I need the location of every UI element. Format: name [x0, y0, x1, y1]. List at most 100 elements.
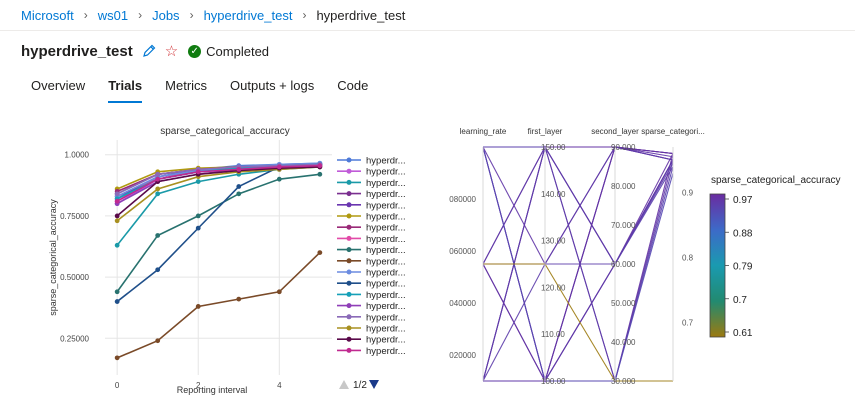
data-point: [236, 191, 242, 197]
axis-tick-label: 30.000: [611, 377, 636, 386]
series-line: [116, 173, 320, 293]
trial-line: [483, 263, 673, 382]
legend-pager: 1/2: [339, 380, 379, 391]
data-point: [155, 267, 161, 273]
legend-swatch-marker: [346, 280, 352, 286]
chevron-right-icon: ›: [83, 8, 88, 22]
legend-item[interactable]: hyperdr...: [337, 312, 406, 323]
legend-item[interactable]: hyperdr...: [337, 212, 406, 223]
breadcrumb-experiment[interactable]: hyperdrive_test: [204, 8, 293, 23]
legend-item[interactable]: hyperdr...: [337, 200, 406, 211]
axis-tick-label: 0.9: [682, 189, 694, 198]
legend-item[interactable]: hyperdr...: [337, 301, 406, 312]
legend-item[interactable]: hyperdr...: [337, 167, 406, 178]
pager-up-icon[interactable]: [339, 380, 349, 389]
trial-line: [482, 145, 674, 266]
legend-swatch-marker: [346, 202, 352, 208]
legend-swatch-marker: [346, 191, 352, 197]
trial-line: [482, 146, 674, 265]
data-point: [114, 289, 120, 295]
legend-label: hyperdr...: [366, 268, 406, 279]
axis-tick-label: 140.00: [541, 190, 566, 199]
tab-code[interactable]: Code: [337, 78, 368, 103]
legend-item[interactable]: hyperdr...: [337, 245, 406, 256]
axis-tick-label: 0.7: [682, 319, 694, 328]
tab-overview[interactable]: Overview: [31, 78, 85, 103]
legend-swatch-marker: [346, 347, 352, 353]
legend-item[interactable]: hyperdr...: [337, 346, 406, 357]
trial-line: [483, 146, 674, 266]
legend-item[interactable]: hyperdr...: [337, 324, 406, 335]
legend-label: hyperdr...: [366, 200, 406, 211]
legend-swatch-marker: [346, 179, 352, 185]
trial-line: [483, 146, 674, 265]
axis-tick-label: 50.000: [611, 299, 636, 308]
legend-label: hyperdr...: [366, 234, 406, 245]
data-point: [195, 304, 201, 309]
legend-label: hyperdr...: [366, 156, 406, 167]
x-tick-label: 4: [277, 381, 282, 390]
legend-label: hyperdr...: [366, 178, 406, 189]
legend-label: hyperdr...: [366, 279, 406, 290]
parallel-coordinates-chart: learning_rate first_layer second_layer spar…: [449, 127, 840, 386]
favorite-star-icon[interactable]: ☆: [165, 44, 178, 59]
legend-item[interactable]: hyperdr...: [337, 279, 406, 290]
axis-title: first_layer: [528, 127, 563, 136]
axis-tick-label: 120.00: [541, 283, 566, 292]
y-tick-label: 0.25000: [60, 334, 89, 343]
data-point: [195, 179, 201, 185]
axis-tick-label: 40.000: [611, 338, 636, 347]
data-point: [195, 225, 201, 231]
breadcrumb-workspace[interactable]: ws01: [98, 8, 128, 23]
legend-item[interactable]: hyperdr...: [337, 256, 406, 267]
tab-outputs-logs[interactable]: Outputs + logs: [230, 78, 314, 103]
pager-text: 1/2: [353, 380, 367, 391]
tab-metrics[interactable]: Metrics: [165, 78, 207, 103]
series-line: [116, 252, 321, 359]
axis-title: sparse_categori...: [641, 127, 705, 136]
y-axis-label: sparse_categorical_accuracy: [48, 199, 58, 316]
legend-swatch-marker: [346, 303, 352, 309]
edit-pencil-icon[interactable]: [141, 43, 157, 59]
data-point: [236, 166, 242, 172]
legend-swatch-marker: [346, 314, 352, 320]
legend-swatch-marker: [346, 247, 352, 253]
legend-item[interactable]: hyperdr...: [337, 234, 406, 245]
legend-item[interactable]: hyperdr...: [337, 223, 406, 234]
page-title: hyperdrive_test: [21, 42, 133, 60]
legend-swatch-marker: [346, 269, 352, 275]
status-text: Completed: [206, 43, 270, 59]
legend-item[interactable]: hyperdr...: [337, 189, 406, 200]
legend-swatch-marker: [346, 157, 352, 163]
legend-item[interactable]: hyperdr...: [337, 290, 406, 301]
axis-title: learning_rate: [460, 127, 507, 136]
legend-item[interactable]: hyperdr...: [337, 156, 406, 167]
legend-swatch-marker: [346, 168, 352, 174]
legend-label: hyperdr...: [366, 301, 406, 312]
data-point: [114, 191, 120, 197]
legend-label: hyperdr...: [366, 167, 406, 178]
breadcrumb-microsoft[interactable]: Microsoft: [21, 8, 74, 23]
breadcrumb-jobs[interactable]: Jobs: [152, 8, 179, 23]
axis-tick-label: 020000: [449, 351, 476, 360]
axis-tick-label: 040000: [449, 299, 476, 308]
tab-bar: Overview Trials Metrics Outputs + logs C…: [31, 78, 391, 103]
chart-title: sparse_categorical_accuracy: [160, 126, 290, 137]
data-point: [155, 176, 161, 182]
data-point: [195, 169, 201, 175]
data-point: [236, 184, 242, 189]
axis-tick-label: 60.000: [611, 260, 636, 269]
legend-item[interactable]: hyperdr...: [337, 335, 406, 346]
axis-tick-label: 130.00: [541, 237, 566, 246]
legend-label: hyperdr...: [366, 290, 406, 301]
legend-label: hyperdr...: [366, 312, 406, 323]
series-line: [116, 166, 320, 222]
data-point: [114, 299, 120, 304]
legend-swatch-marker: [346, 258, 352, 264]
tab-trials[interactable]: Trials: [108, 78, 143, 103]
checkmark-icon: ✓: [188, 44, 202, 58]
pager-down-icon[interactable]: [369, 380, 379, 389]
legend-item[interactable]: hyperdr...: [337, 268, 406, 279]
legend-item[interactable]: hyperdr...: [337, 178, 406, 189]
legend-swatch-marker: [346, 235, 352, 241]
